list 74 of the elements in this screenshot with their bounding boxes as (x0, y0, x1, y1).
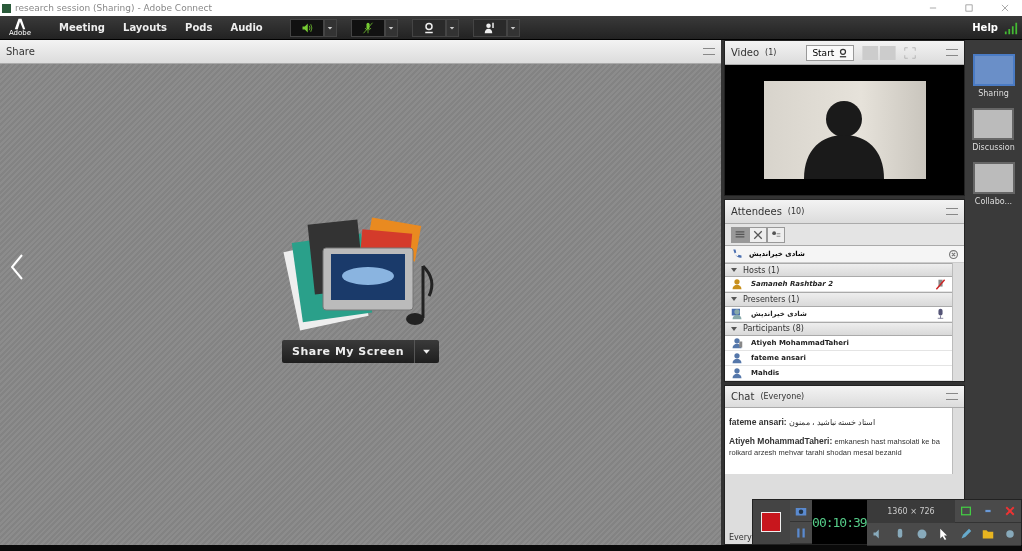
pod-title: Chat (731, 391, 755, 402)
raise-hand-button[interactable] (472, 18, 507, 37)
pod-menu-icon[interactable] (703, 48, 715, 55)
region-button[interactable] (955, 500, 977, 523)
close-icon (1005, 506, 1015, 516)
scrollbar[interactable] (952, 263, 964, 381)
speaker-button[interactable] (289, 18, 324, 37)
recording-timer: 00:10:39 (812, 514, 867, 530)
person-icon (731, 351, 743, 364)
start-video-button[interactable]: Start (806, 44, 855, 61)
phone-person-icon (731, 336, 743, 349)
menu-item[interactable]: Layouts (114, 22, 177, 33)
muted-microphone-icon (935, 278, 946, 290)
person-list-icon (770, 229, 782, 240)
caret-icon (327, 24, 334, 31)
help-menu[interactable]: Help (966, 21, 1004, 34)
pod-title: Video (731, 47, 760, 58)
layout-item[interactable]: Discussion (972, 108, 1015, 152)
chat-recipient-menu[interactable]: Every (729, 533, 752, 542)
phone-icon (731, 248, 743, 260)
pause-button[interactable] (789, 522, 812, 544)
caret-icon (422, 347, 432, 356)
grid-view-icon (860, 45, 899, 60)
person-icon (731, 367, 743, 379)
microphone-button[interactable] (350, 18, 385, 37)
caret-icon (510, 24, 517, 31)
scrollbar[interactable] (952, 408, 964, 474)
pause-icon (794, 526, 807, 539)
pod-menu-icon[interactable] (946, 208, 958, 215)
pod-title: Share (6, 46, 35, 57)
screen-resolution: 1360 × 726 (886, 506, 936, 518)
pencil-icon (960, 528, 972, 540)
video-count: (1) (765, 48, 777, 57)
folder-icon (982, 528, 994, 540)
fullscreen-icon (904, 46, 917, 59)
host-icon (731, 278, 743, 291)
microphone-icon (935, 308, 946, 320)
menu-item[interactable]: Meeting (50, 22, 114, 33)
layout-item[interactable]: Collabo... (972, 162, 1015, 206)
caret-icon (449, 24, 456, 31)
close-button[interactable] (999, 500, 1021, 523)
view-toggle-button[interactable] (749, 226, 767, 243)
close-icon (1000, 3, 1010, 13)
pod-menu-icon[interactable] (946, 49, 958, 56)
window-title: research session (Sharing) - Adobe Connect (15, 3, 213, 13)
speaker-button[interactable] (867, 523, 889, 546)
app-icon (2, 3, 11, 13)
list-icon (734, 229, 746, 240)
raised-hand-person-icon (483, 21, 496, 34)
record-button[interactable] (753, 500, 790, 544)
presenter-icon (731, 307, 743, 320)
attendee-group-header[interactable]: Hosts (1) (725, 263, 952, 278)
view-toggle-button[interactable] (731, 226, 749, 243)
cursor-icon (938, 528, 950, 540)
view-toggle-button[interactable] (767, 226, 785, 243)
pod-title: Attendees (731, 206, 782, 217)
minimize-icon (982, 508, 994, 514)
share-options-button[interactable] (415, 340, 439, 363)
attendee-group-header[interactable]: Presenters (1) (725, 292, 952, 307)
share-my-screen-button[interactable]: Share My Screen (282, 340, 415, 363)
attendee-count: (10) (787, 207, 805, 216)
layout-item[interactable]: Sharing (972, 54, 1015, 98)
clear-icon (949, 249, 958, 259)
muted-microphone-icon (361, 21, 374, 34)
snapshot-button[interactable] (789, 500, 812, 522)
signal-strength-icon (1004, 20, 1018, 35)
rectangle-icon (960, 506, 972, 516)
maximize-icon (964, 3, 974, 13)
chat-scope: (Everyone) (760, 392, 805, 401)
caret-icon (388, 24, 395, 31)
menu-item[interactable]: Pods (176, 22, 222, 33)
logo-icon (13, 18, 27, 30)
pod-menu-icon[interactable] (946, 393, 958, 400)
menu-item[interactable]: Audio (221, 22, 272, 33)
